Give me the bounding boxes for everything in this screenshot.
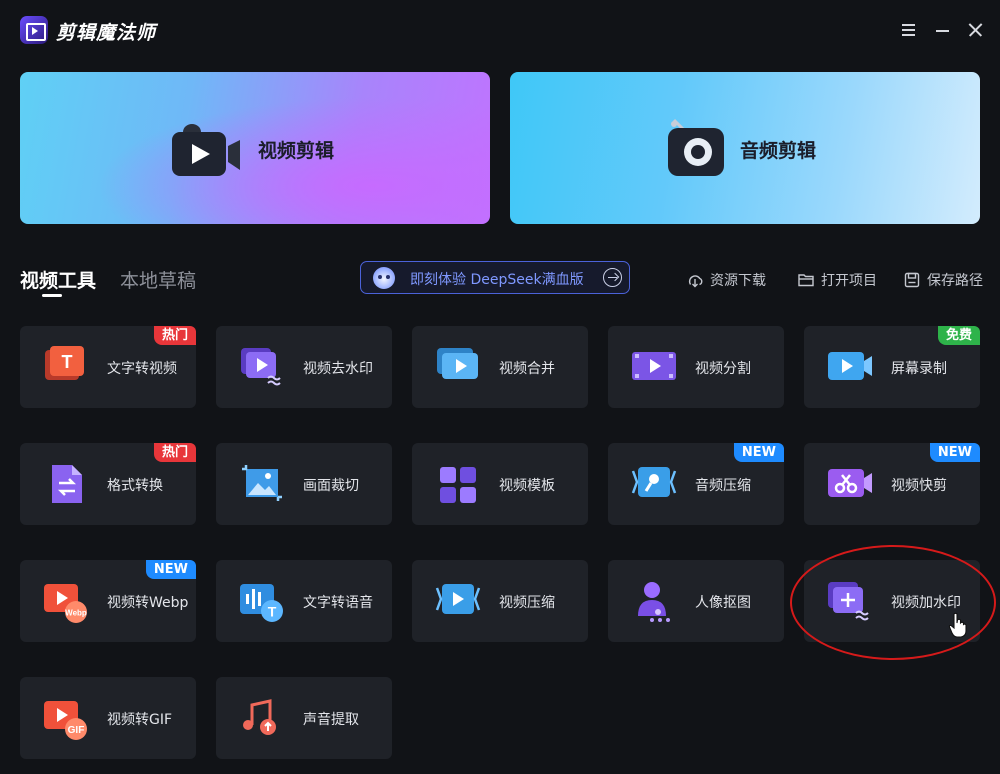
video-split-icon [632,352,676,380]
gif-icon: GIF [44,701,87,740]
deepseek-banner[interactable]: 即刻体验 DeepSeek满血版 [360,261,630,294]
new-badge: NEW [733,443,784,462]
webp-text: Webp [65,609,87,618]
audio-edit-label: 音频剪辑 [740,140,817,162]
tool-remove-watermark[interactable]: 视频去水印 [216,326,392,408]
tool-label: 文字转语音 [303,595,373,611]
open-project-button[interactable]: 打开项目 [797,270,877,290]
tool-label: 画面裁切 [303,478,359,494]
portrait-cutout-icon [638,582,670,622]
tool-label: 视频加水印 [891,595,961,611]
tab-local-drafts[interactable]: 本地草稿 [120,266,196,293]
minimize-button[interactable] [934,20,952,38]
new-badge: NEW [929,443,980,462]
audio-compress-icon [631,467,677,497]
tool-text-to-video[interactable]: T 文字转视频 热门 [20,326,196,408]
text-to-video-icon: T [45,346,84,380]
tool-quick-cut[interactable]: 视频快剪 NEW [804,443,980,525]
save-path-label: 保存路径 [927,273,983,289]
tool-label: 声音提取 [303,712,359,728]
tool-portrait-cutout[interactable]: 人像抠图 [608,560,784,642]
tool-label: 视频模板 [499,478,555,494]
add-watermark-icon [828,582,869,621]
hot-badge: 热门 [153,326,196,345]
extract-audio-icon [243,699,276,735]
tool-video-split[interactable]: 视频分割 [608,326,784,408]
new-badge: NEW [145,560,196,579]
text-to-speech-icon: T [240,584,283,622]
text-t-glyph: T [62,352,73,372]
gif-text: GIF [68,725,85,736]
deepseek-text: 即刻体验 DeepSeek满血版 [410,272,584,288]
download-icon [688,275,703,288]
tool-label: 视频快剪 [891,478,947,494]
free-badge: 免费 [937,326,980,345]
title-bar: 剪辑魔法师 [0,0,1000,62]
tool-extract-audio[interactable]: 声音提取 [216,677,392,759]
video-edit-label: 视频剪辑 [258,140,335,162]
hand-pointer-cursor-icon [948,612,967,638]
video-camera-icon [172,124,240,176]
screen-record-icon [828,352,872,380]
webp-icon: Webp [44,584,87,623]
crop-icon [242,465,282,501]
tool-video-template[interactable]: 视频模板 [412,443,588,525]
open-project-label: 打开项目 [821,273,877,289]
arrow-right-circle-icon [603,268,622,287]
tool-label: 视频转GIF [107,712,173,728]
close-button[interactable] [967,20,985,38]
tool-label: 视频转Webp [107,595,189,611]
tool-label: 人像抠图 [695,595,751,611]
audio-edit-card[interactable]: 音频剪辑 [510,72,980,224]
quick-cut-icon [828,469,872,497]
video-edit-card[interactable]: 视频剪辑 [20,72,490,224]
tool-label: 格式转换 [107,478,163,494]
tool-video-to-gif[interactable]: GIF 视频转GIF [20,677,196,759]
tool-crop[interactable]: 画面裁切 [216,443,392,525]
text-t-glyph: T [268,604,277,620]
tool-label: 视频去水印 [303,361,373,377]
app-title: 剪辑魔法师 [56,22,157,44]
tool-label: 音频压缩 [695,478,751,494]
deepseek-robot-icon [373,267,395,289]
resource-download-button[interactable]: 资源下载 [686,270,768,290]
tool-label: 视频合并 [499,361,555,377]
remove-watermark-icon [241,348,281,386]
video-merge-icon [437,348,478,379]
tool-label: 文字转视频 [107,361,177,377]
video-compress-icon [435,584,481,614]
tool-video-merge[interactable]: 视频合并 [412,326,588,408]
tool-video-compress[interactable]: 视频压缩 [412,560,588,642]
app-logo-icon [20,16,48,44]
tool-video-to-webp[interactable]: Webp 视频转Webp NEW [20,560,196,642]
resource-download-label: 资源下载 [710,273,766,289]
tool-format-convert[interactable]: 格式转换 热门 [20,443,196,525]
tool-label: 视频分割 [695,361,751,377]
save-icon [904,272,920,288]
hot-badge: 热门 [153,443,196,462]
menu-button[interactable] [900,20,918,38]
tool-label: 屏幕录制 [891,361,947,377]
folder-icon [798,274,814,287]
tool-screen-record[interactable]: 屏幕录制 免费 [804,326,980,408]
tab-video-tools[interactable]: 视频工具 [20,266,96,293]
audio-disc-icon [668,118,724,176]
active-tab-indicator [42,294,62,297]
save-path-button[interactable]: 保存路径 [903,270,983,290]
tool-label: 视频压缩 [499,595,555,611]
template-grid-icon [440,467,476,503]
tool-text-to-speech[interactable]: T 文字转语音 [216,560,392,642]
tool-audio-compress[interactable]: 音频压缩 NEW [608,443,784,525]
format-convert-icon [52,465,82,503]
